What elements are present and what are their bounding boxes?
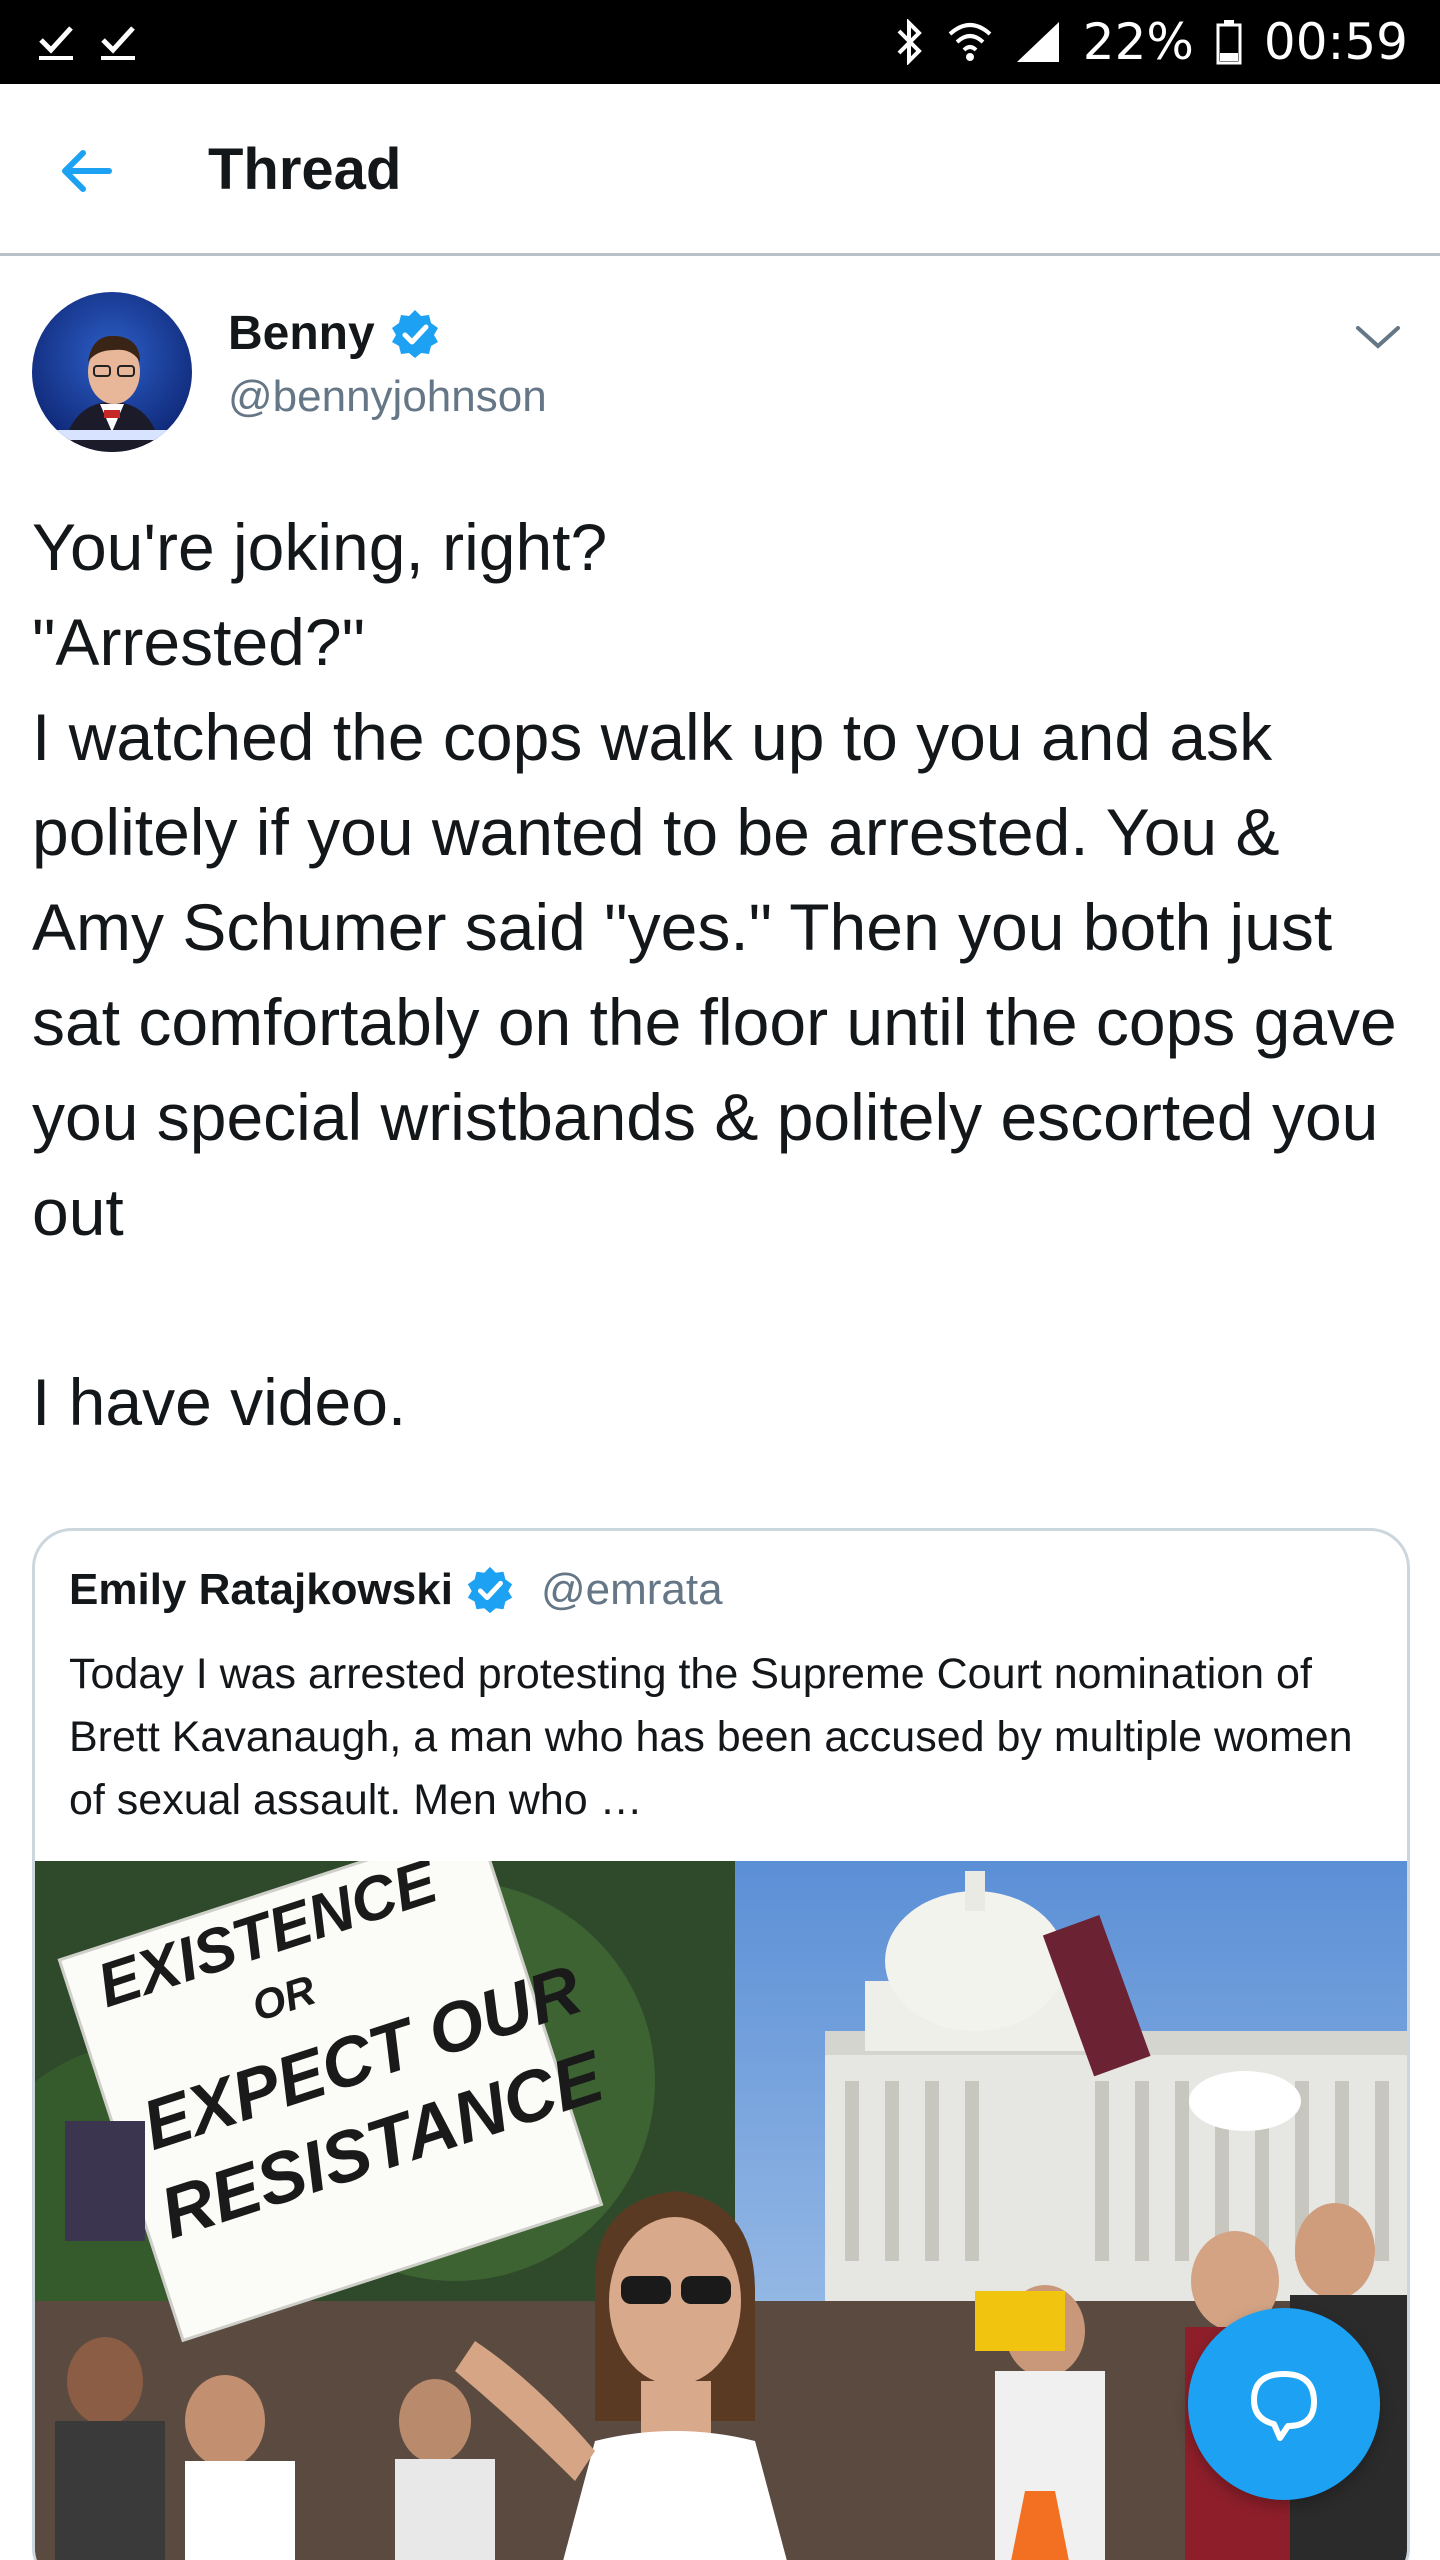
- wifi-icon: [947, 22, 993, 62]
- verified-badge-icon: [467, 1566, 513, 1614]
- author-handle[interactable]: @bennyjohnson: [228, 372, 547, 422]
- tweet-options-button[interactable]: [1348, 312, 1408, 362]
- status-left: [36, 22, 138, 62]
- arrow-left-icon: [62, 150, 112, 192]
- bluetooth-icon: [895, 19, 925, 65]
- signal-icon: [1015, 20, 1061, 64]
- tweet-text: You're joking, right? "Arrested?" I watc…: [32, 510, 1397, 1439]
- quoted-author-handle: @emrata: [540, 1565, 723, 1614]
- quoted-tweet-header: Emily Ratajkowski @emrata: [69, 1565, 723, 1615]
- quoted-tweet-text: Today I was arrested protesting the Supr…: [69, 1650, 1353, 1824]
- battery-icon: [1216, 19, 1242, 65]
- battery-percent: 22%: [1082, 13, 1194, 71]
- verified-badge-icon: [391, 309, 438, 358]
- page-title: Thread: [208, 137, 402, 202]
- status-right: 22% 00:59: [895, 13, 1408, 71]
- chevron-down-icon: [1356, 326, 1400, 349]
- back-button[interactable]: [52, 136, 122, 206]
- author-name-row: Benny: [228, 306, 441, 361]
- download-done-icon: [98, 22, 138, 62]
- status-bar: 22% 00:59: [0, 0, 1440, 84]
- app-header: Thread: [0, 84, 1440, 256]
- clock: 00:59: [1263, 13, 1408, 71]
- reply-fab[interactable]: [1188, 2308, 1380, 2500]
- avatar[interactable]: [32, 292, 192, 452]
- reply-bubble-icon: [1251, 2371, 1317, 2441]
- download-done-icon: [36, 22, 76, 62]
- author-name[interactable]: Benny: [228, 306, 375, 361]
- quoted-author-name: Emily Ratajkowski: [69, 1565, 453, 1614]
